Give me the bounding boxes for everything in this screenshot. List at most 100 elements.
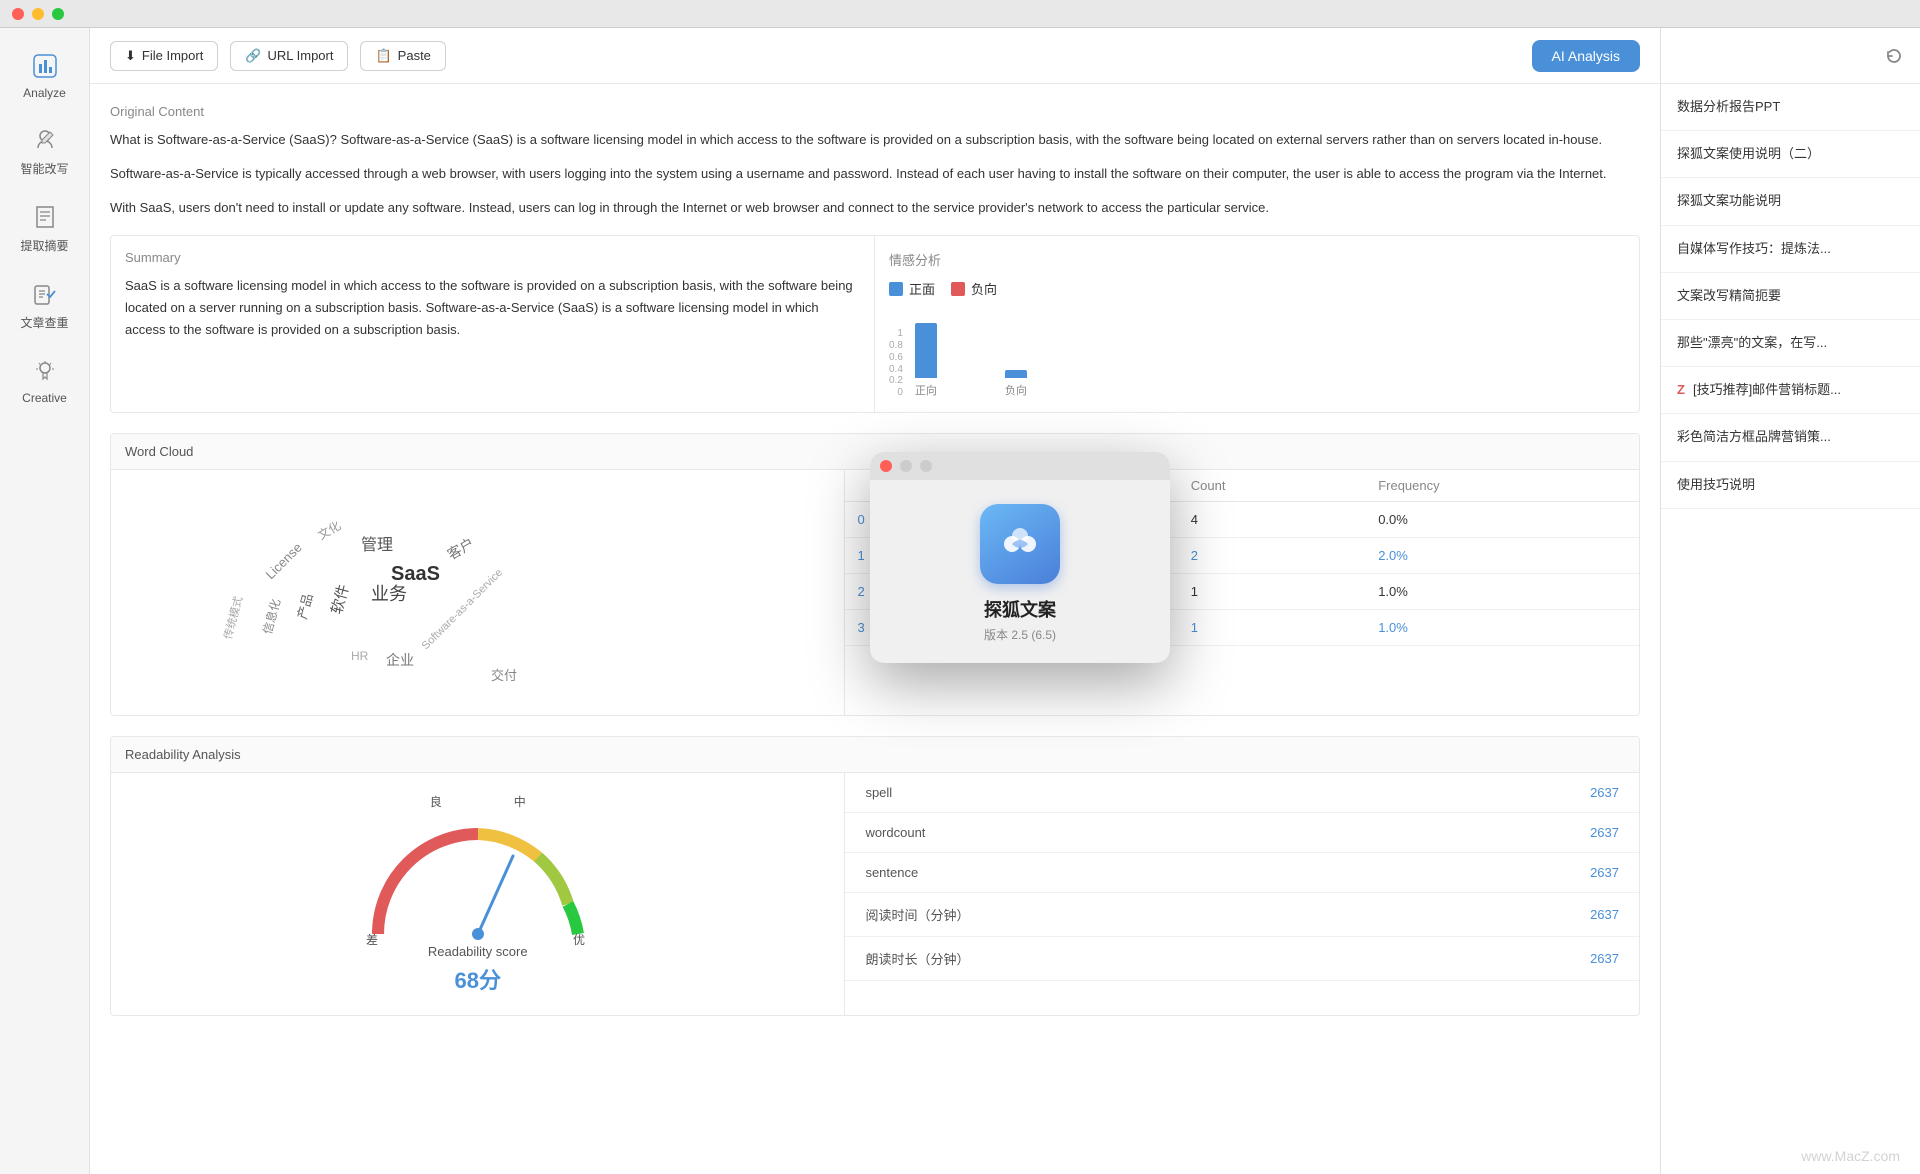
y-axis: 10.80.60.40.20 xyxy=(889,328,903,398)
dialog-close-button[interactable] xyxy=(880,460,892,472)
r-value: 2637 xyxy=(1382,893,1639,937)
svg-text:产品: 产品 xyxy=(294,592,315,621)
paste-button[interactable]: 📋 Paste xyxy=(360,41,445,71)
watermark: www.MacZ.com xyxy=(1801,1148,1900,1164)
col-frequency: Frequency xyxy=(1366,470,1639,502)
sidebar-list-item[interactable]: 探狐文案使用说明（二） xyxy=(1661,131,1920,178)
svg-text:差: 差 xyxy=(366,933,378,947)
sidebar-list-item[interactable]: 使用技巧说明 xyxy=(1661,462,1920,509)
row-count: 1 xyxy=(1179,610,1366,646)
svg-text:SaaS: SaaS xyxy=(391,563,440,585)
positive-dot xyxy=(889,282,903,296)
word-cloud-visual: License 管理 SaaS 客户 传统模式 信息化 产品 软件 业务 HR … xyxy=(111,470,844,715)
list-item-label: 文案改写精简扼要 xyxy=(1677,287,1781,305)
sidebar-item-check[interactable]: 文章查重 xyxy=(0,266,89,343)
list-item: 阅读时间（分钟） 2637 xyxy=(845,893,1639,937)
right-sidebar-list[interactable]: 数据分析报告PPT 探狐文案使用说明（二） 探狐文案功能说明自媒体写作技巧：提炼法.… xyxy=(1661,84,1920,1174)
r-label: 阅读时间（分钟） xyxy=(845,893,1382,937)
r-value: 2637 xyxy=(1382,773,1639,813)
summary-text: SaaS is a software licensing model in wh… xyxy=(125,275,860,341)
positive-legend: 正面 xyxy=(889,279,935,298)
gauge-label-center-left: 良 xyxy=(430,793,442,810)
app-logo-svg xyxy=(996,520,1044,568)
sidebar-list-item[interactable]: 探狐文案功能说明 xyxy=(1661,178,1920,225)
gauge-score-value: 68分 xyxy=(428,963,528,995)
original-para-2: Software-as-a-Service is typically acces… xyxy=(110,163,1640,185)
row-count: 1 xyxy=(1179,574,1366,610)
sidebar-list-item[interactable]: Z[技巧推荐]邮件营销标题... xyxy=(1661,367,1920,414)
file-import-icon: ⬇ xyxy=(125,48,136,64)
svg-text:业务: 业务 xyxy=(371,584,407,604)
creative-icon xyxy=(29,355,61,387)
paste-label: Paste xyxy=(398,48,431,63)
svg-text:企业: 企业 xyxy=(386,652,414,668)
sidebar-label-check: 文章查重 xyxy=(20,314,68,331)
sentiment-legend: 正面 负向 xyxy=(889,279,1625,298)
file-import-button[interactable]: ⬇ File Import xyxy=(110,41,218,71)
dialog-app-name: 探狐文案 xyxy=(984,596,1056,622)
readability-section: Readability Analysis 良 中 xyxy=(110,736,1640,1016)
about-dialog[interactable]: 探狐文案 版本 2.5 (6.5) xyxy=(870,452,1170,663)
readability-header: Readability Analysis xyxy=(111,737,1639,773)
list-item-label: 自媒体写作技巧：提炼法... xyxy=(1677,240,1831,258)
word-cloud-svg: License 管理 SaaS 客户 传统模式 信息化 产品 软件 业务 HR … xyxy=(131,490,571,690)
gauge-labels: 良 中 xyxy=(358,793,598,810)
list-item-label: 那些"漂亮"的文案，在写... xyxy=(1677,334,1827,352)
file-import-label: File Import xyxy=(142,48,203,63)
sidebar-item-analyze[interactable]: Analyze xyxy=(0,38,89,112)
ai-analysis-button[interactable]: AI Analysis xyxy=(1532,40,1640,72)
url-import-label: URL Import xyxy=(268,48,334,63)
svg-text:文化: 文化 xyxy=(315,518,343,543)
row-count: 4 xyxy=(1179,502,1366,538)
dialog-body: 探狐文案 版本 2.5 (6.5) xyxy=(870,480,1170,663)
url-import-button[interactable]: 🔗 URL Import xyxy=(230,41,348,71)
sidebar-item-creative[interactable]: Creative xyxy=(0,343,89,417)
toolbar: ⬇ File Import 🔗 URL Import 📋 Paste AI An… xyxy=(90,28,1660,84)
positive-label: 正面 xyxy=(909,279,935,298)
r-table: spell 2637 wordcount 2637 sentence 2637 … xyxy=(845,773,1639,981)
close-button[interactable] xyxy=(12,8,24,20)
sentiment-section: 情感分析 正面 负向 10.80.60 xyxy=(875,236,1639,412)
sidebar-list-item[interactable]: 数据分析报告PPT xyxy=(1661,84,1920,131)
maximize-button[interactable] xyxy=(52,8,64,20)
r-label: wordcount xyxy=(845,813,1382,853)
sidebar-list-item[interactable]: 彩色简洁方框品牌营销策... xyxy=(1661,414,1920,461)
sentiment-chart: 10.80.60.40.20 正向 负向 xyxy=(889,308,1625,398)
extract-icon: T xyxy=(29,201,61,233)
minimize-button[interactable] xyxy=(32,8,44,20)
r-label: spell xyxy=(845,773,1382,813)
list-item-label: 探狐文案使用说明（二） xyxy=(1677,145,1820,163)
sidebar-item-rewrite[interactable]: 智能改写 xyxy=(0,112,89,189)
original-content-section: Original Content What is Software-as-a-S… xyxy=(110,104,1640,219)
list-item-label: 使用技巧说明 xyxy=(1677,476,1755,494)
svg-text:客户: 客户 xyxy=(445,535,477,563)
list-item: wordcount 2637 xyxy=(845,813,1639,853)
z-badge: Z xyxy=(1677,381,1685,399)
app-icon xyxy=(980,504,1060,584)
col-count: Count xyxy=(1179,470,1366,502)
sentiment-title: 情感分析 xyxy=(889,250,1625,269)
chart-icon xyxy=(29,50,61,82)
list-item-label: 彩色简洁方框品牌营销策... xyxy=(1677,428,1831,446)
row-count: 2 xyxy=(1179,538,1366,574)
negative-dot xyxy=(951,282,965,296)
sidebar-list-item[interactable]: 自媒体写作技巧：提炼法... xyxy=(1661,226,1920,273)
original-para-1: What is Software-as-a-Service (SaaS)? So… xyxy=(110,129,1640,151)
list-item: sentence 2637 xyxy=(845,853,1639,893)
gauge-svg: 差 优 xyxy=(358,814,598,954)
negative-bar xyxy=(1005,370,1027,378)
sidebar-label-creative: Creative xyxy=(22,391,67,405)
dialog-min-button[interactable] xyxy=(900,460,912,472)
sidebar-list-item[interactable]: 文案改写精简扼要 xyxy=(1661,273,1920,320)
sidebar-list-item[interactable]: 那些"漂亮"的文案，在写... xyxy=(1661,320,1920,367)
list-item-label: 数据分析报告PPT xyxy=(1677,98,1780,116)
refresh-icon[interactable] xyxy=(1884,46,1904,66)
url-import-icon: 🔗 xyxy=(245,48,261,64)
negative-axis-label: 负向 xyxy=(1005,382,1027,398)
dialog-max-button[interactable] xyxy=(920,460,932,472)
sidebar-label-analyze: Analyze xyxy=(23,86,66,100)
r-value: 2637 xyxy=(1382,937,1639,981)
title-bar xyxy=(0,0,1920,28)
sidebar-item-extract[interactable]: T 提取摘要 xyxy=(0,189,89,266)
summary-title: Summary xyxy=(125,250,860,265)
